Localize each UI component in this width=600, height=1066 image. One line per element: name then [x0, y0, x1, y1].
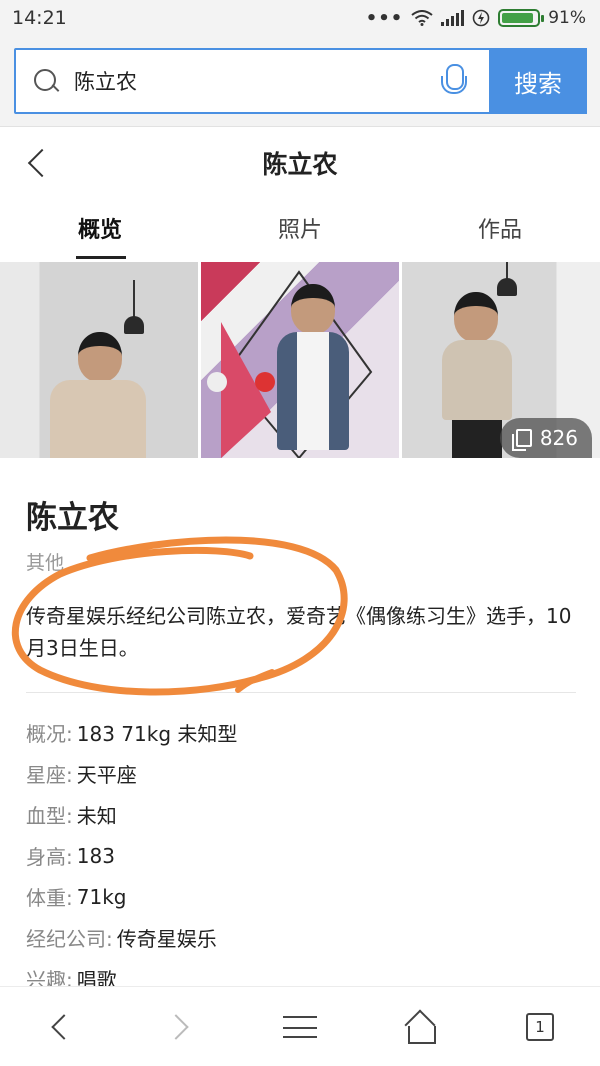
- fact-row: 身高: 183: [26, 835, 586, 876]
- tab-bar: 概览 照片 作品: [0, 200, 600, 260]
- fact-key: 概况:: [26, 722, 73, 746]
- status-icons: ••• 91%: [366, 8, 586, 29]
- menu-icon: [283, 1015, 317, 1038]
- lamp-cord: [133, 280, 135, 318]
- facts-list: 概况: 183 71kg 未知型 星座: 天平座 血型: 未知 身高: 183 …: [26, 712, 586, 999]
- wifi-icon: [411, 10, 433, 26]
- search-bar: 搜索: [0, 36, 600, 126]
- fact-key: 星座:: [26, 763, 73, 787]
- home-icon: [405, 1012, 436, 1044]
- person-figure: [50, 332, 146, 458]
- fact-value: 传奇星娱乐: [116, 927, 217, 951]
- tab-works[interactable]: 作品: [400, 200, 600, 260]
- person-figure: [277, 284, 349, 450]
- photo-thumbnail[interactable]: 826: [402, 262, 600, 458]
- fact-row: 经纪公司: 传奇星娱乐: [26, 917, 586, 958]
- photo-thumbnail[interactable]: [201, 262, 399, 458]
- battery-percent: 91%: [548, 8, 586, 28]
- gallery-icon: [511, 429, 532, 451]
- fact-row: 体重: 71kg: [26, 876, 586, 917]
- nav-home-button[interactable]: [390, 997, 450, 1057]
- status-bar: 14:21 ••• 91%: [0, 0, 600, 36]
- nav-forward-button[interactable]: [150, 997, 210, 1057]
- fact-key: 血型:: [26, 804, 73, 828]
- battery-level: [502, 13, 534, 23]
- back-arrow-icon: [51, 1013, 77, 1040]
- person-name: 陈立农: [26, 500, 119, 536]
- more-dots-icon: •••: [365, 7, 404, 29]
- fact-key: 体重:: [26, 886, 73, 910]
- status-time: 14:21: [12, 7, 67, 29]
- microphone-icon[interactable]: [439, 64, 467, 98]
- divider: [26, 692, 576, 693]
- nav-back-button[interactable]: [30, 997, 90, 1057]
- search-box: 搜索: [14, 48, 587, 114]
- fact-row: 血型: 未知: [26, 794, 586, 835]
- fact-value: 183: [76, 843, 115, 868]
- bottom-nav: 1: [0, 986, 600, 1066]
- nav-menu-button[interactable]: [270, 997, 330, 1057]
- search-input[interactable]: [74, 69, 439, 93]
- tab-count-icon: 1: [526, 1012, 554, 1041]
- search-button[interactable]: 搜索: [489, 48, 587, 114]
- charging-icon: [472, 9, 490, 27]
- fact-value: 71kg: [76, 884, 127, 909]
- fact-key: 身高:: [26, 845, 73, 869]
- photo-thumbnail[interactable]: [0, 262, 198, 458]
- signal-icon: [441, 10, 465, 26]
- fact-key: 经纪公司:: [26, 927, 113, 951]
- photo-strip: 826: [0, 262, 600, 458]
- photo-count-badge[interactable]: 826: [499, 418, 592, 458]
- search-icon: [32, 67, 60, 95]
- fact-row: 星座: 天平座: [26, 753, 586, 794]
- photo-count: 826: [539, 426, 578, 450]
- tab-overview[interactable]: 概览: [0, 200, 200, 260]
- forward-arrow-icon: [163, 1013, 189, 1040]
- page-title: 陈立农: [262, 150, 338, 179]
- fact-value: 天平座: [76, 763, 137, 787]
- person-category: 其他: [26, 552, 65, 574]
- person-description: 传奇星娱乐经纪公司陈立农，爱奇艺《偶像练习生》选手，10月3日生日。: [26, 604, 572, 660]
- fact-value: 183 71kg 未知型: [76, 722, 238, 746]
- tab-photos[interactable]: 照片: [200, 200, 400, 260]
- nav-tabs-button[interactable]: 1: [510, 997, 570, 1057]
- fact-row: 概况: 183 71kg 未知型: [26, 712, 586, 753]
- fact-value: 未知: [76, 804, 117, 828]
- page-header: 陈立农: [0, 126, 600, 198]
- battery-icon: [498, 9, 545, 27]
